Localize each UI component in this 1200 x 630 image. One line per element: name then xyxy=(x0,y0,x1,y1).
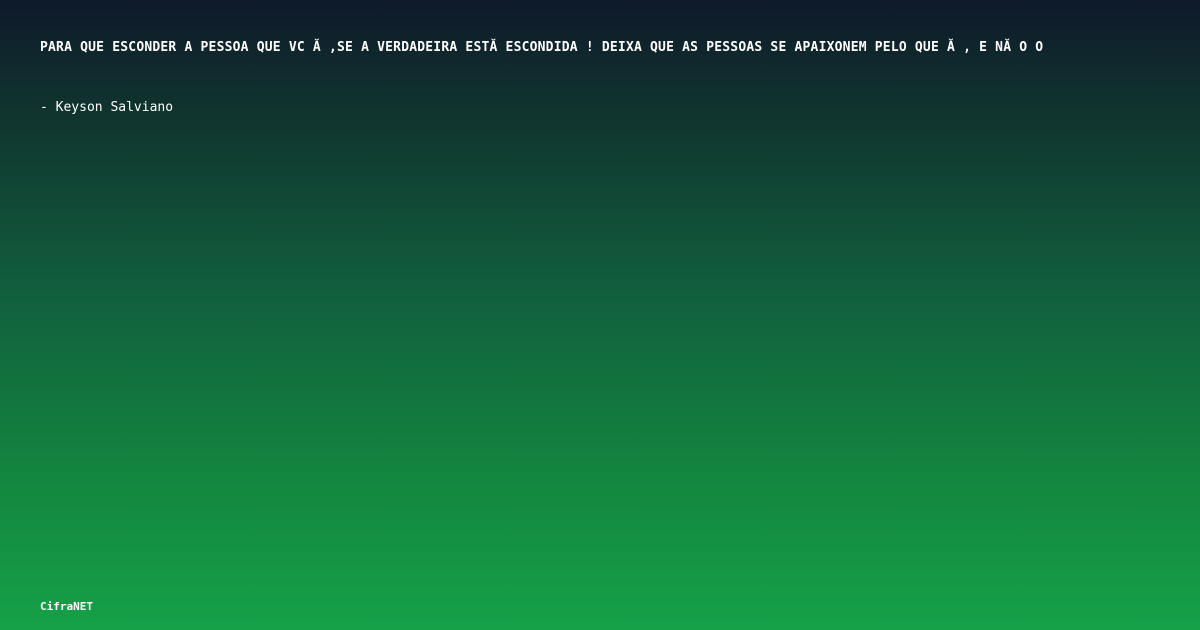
quote-text: PARA QUE ESCONDER A PESSOA QUE VC Ă ,SE … xyxy=(40,40,1044,55)
quote-author: - Keyson Salviano xyxy=(40,100,174,115)
brand-logo-text: CifraNET xyxy=(40,600,93,613)
